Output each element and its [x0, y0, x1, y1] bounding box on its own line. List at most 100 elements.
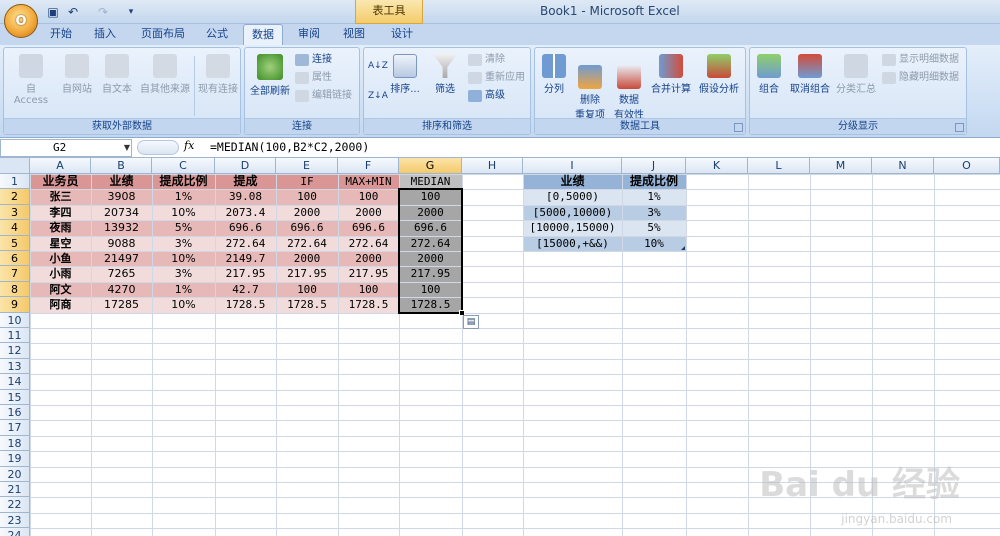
connections-button[interactable]: 连接 — [295, 52, 332, 68]
lookup-cell[interactable]: 1% — [622, 189, 686, 204]
table-cell[interactable]: 696.6 — [215, 220, 276, 235]
table-header-cell[interactable]: IF — [276, 174, 338, 189]
column-header[interactable]: M — [810, 158, 872, 174]
table-cell[interactable]: 3% — [152, 266, 215, 281]
table-cell[interactable]: 13932 — [91, 220, 152, 235]
tab-view[interactable]: 视图 — [337, 24, 371, 45]
table-cell[interactable]: 217.95 — [276, 266, 338, 281]
row-header[interactable]: 11 — [0, 328, 30, 344]
table-cell[interactable]: 100 — [399, 282, 462, 297]
row-header[interactable]: 22 — [0, 497, 30, 513]
row-header[interactable]: 4 — [0, 220, 30, 236]
table-cell[interactable]: 阿商 — [30, 297, 91, 312]
table-cell[interactable]: 2000 — [399, 205, 462, 220]
table-cell[interactable]: 1728.5 — [215, 297, 276, 312]
sort-asc-button[interactable]: A↓Z — [368, 58, 388, 74]
edit-links-button[interactable]: 编辑链接 — [295, 88, 352, 104]
row-header[interactable]: 1 — [0, 174, 30, 190]
tab-page-layout[interactable]: 页面布局 — [136, 24, 190, 45]
table-header-cell[interactable]: 提成 — [215, 174, 276, 189]
properties-button[interactable]: 属性 — [295, 70, 332, 86]
text-to-columns-button[interactable]: 分列 — [537, 54, 571, 95]
table-cell[interactable]: 小雨 — [30, 266, 91, 281]
save-icon[interactable]: ▣ — [44, 3, 62, 21]
lookup-cell[interactable]: 10% — [622, 236, 686, 251]
table-cell[interactable]: 272.64 — [215, 236, 276, 251]
table-cell[interactable]: 696.6 — [399, 220, 462, 235]
table-cell[interactable]: 100 — [399, 189, 462, 204]
row-header[interactable]: 5 — [0, 235, 30, 251]
table-header-cell[interactable]: MAX+MIN — [338, 174, 399, 189]
table-cell[interactable]: 2149.7 — [215, 251, 276, 266]
name-box[interactable]: G2 — [0, 139, 132, 157]
lookup-header-cell[interactable]: 业绩 — [523, 174, 622, 189]
table-cell[interactable]: 39.08 — [215, 189, 276, 204]
ungroup-button[interactable]: 取消组合 — [788, 54, 832, 95]
tab-data[interactable]: 数据 — [243, 24, 283, 45]
table-cell[interactable]: 2000 — [276, 205, 338, 220]
from-access-button[interactable]: 自 Access — [8, 54, 54, 106]
table-cell[interactable]: 17285 — [91, 297, 152, 312]
column-header[interactable]: G — [399, 158, 462, 174]
column-header[interactable]: J — [622, 158, 686, 174]
table-cell[interactable]: 5% — [152, 220, 215, 235]
row-header[interactable]: 13 — [0, 358, 30, 375]
filter-button[interactable]: 筛选 — [428, 54, 462, 95]
row-header[interactable]: 16 — [0, 405, 30, 421]
group-button[interactable]: 组合 — [752, 54, 786, 95]
row-header[interactable]: 18 — [0, 435, 30, 452]
column-header[interactable]: I — [523, 158, 622, 174]
column-header[interactable]: F — [338, 158, 399, 174]
column-header[interactable]: L — [748, 158, 810, 174]
table-cell[interactable]: 1728.5 — [338, 297, 399, 312]
from-web-button[interactable]: 自网站 — [58, 54, 96, 95]
table-cell[interactable]: 100 — [276, 282, 338, 297]
row-header[interactable]: 21 — [0, 482, 30, 498]
table-cell[interactable]: 21497 — [91, 251, 152, 266]
show-detail-button[interactable]: 显示明细数据 — [882, 52, 959, 68]
column-header[interactable]: B — [91, 158, 152, 174]
table-cell[interactable]: 100 — [338, 282, 399, 297]
data-tools-launcher-icon[interactable] — [734, 123, 743, 132]
lookup-cell[interactable]: 3% — [622, 205, 686, 220]
row-header[interactable]: 14 — [0, 374, 30, 390]
row-header[interactable]: 23 — [0, 512, 30, 529]
clear-filter-button[interactable]: 清除 — [468, 52, 505, 68]
table-cell[interactable]: 张三 — [30, 189, 91, 204]
row-header[interactable]: 8 — [0, 281, 30, 298]
column-header[interactable]: A — [30, 158, 91, 174]
table-header-cell[interactable]: MEDIAN — [399, 174, 462, 189]
table-cell[interactable]: 20734 — [91, 205, 152, 220]
row-header[interactable]: 17 — [0, 420, 30, 436]
table-cell[interactable]: 4270 — [91, 282, 152, 297]
table-header-cell[interactable]: 业绩 — [91, 174, 152, 189]
lookup-cell[interactable]: [10000,15000) — [523, 220, 622, 235]
name-box-dropdown-icon[interactable]: ▼ — [122, 139, 132, 157]
row-header[interactable]: 7 — [0, 266, 30, 282]
row-header[interactable]: 20 — [0, 466, 30, 482]
formula-bar-splitter[interactable] — [137, 140, 179, 155]
redo-icon[interactable]: ↷ — [94, 3, 112, 21]
row-header[interactable]: 3 — [0, 204, 30, 221]
select-all-corner[interactable] — [0, 158, 30, 174]
lookup-header-cell[interactable]: 提成比例 — [622, 174, 686, 189]
table-cell[interactable]: 100 — [338, 189, 399, 204]
table-cell[interactable]: 夜雨 — [30, 220, 91, 235]
column-header[interactable]: H — [462, 158, 523, 174]
table-cell[interactable]: 10% — [152, 297, 215, 312]
hide-detail-button[interactable]: 隐藏明细数据 — [882, 70, 959, 86]
table-cell[interactable]: 李四 — [30, 205, 91, 220]
table-cell[interactable]: 217.95 — [399, 266, 462, 281]
table-cell[interactable]: 阿文 — [30, 282, 91, 297]
column-header[interactable]: E — [276, 158, 338, 174]
formula-input[interactable]: =MEDIAN(100,B2*C2,2000) — [210, 140, 369, 154]
what-if-analysis-button[interactable]: 假设分析 — [695, 54, 743, 95]
row-header[interactable]: 2 — [0, 189, 30, 205]
table-cell[interactable]: 696.6 — [338, 220, 399, 235]
table-cell[interactable]: 3% — [152, 236, 215, 251]
table-cell[interactable]: 100 — [276, 189, 338, 204]
from-text-button[interactable]: 自文本 — [98, 54, 136, 95]
data-validation-button[interactable]: 数据 有效性 — [611, 54, 647, 121]
table-cell[interactable]: 1% — [152, 189, 215, 204]
column-header[interactable]: O — [934, 158, 1000, 174]
